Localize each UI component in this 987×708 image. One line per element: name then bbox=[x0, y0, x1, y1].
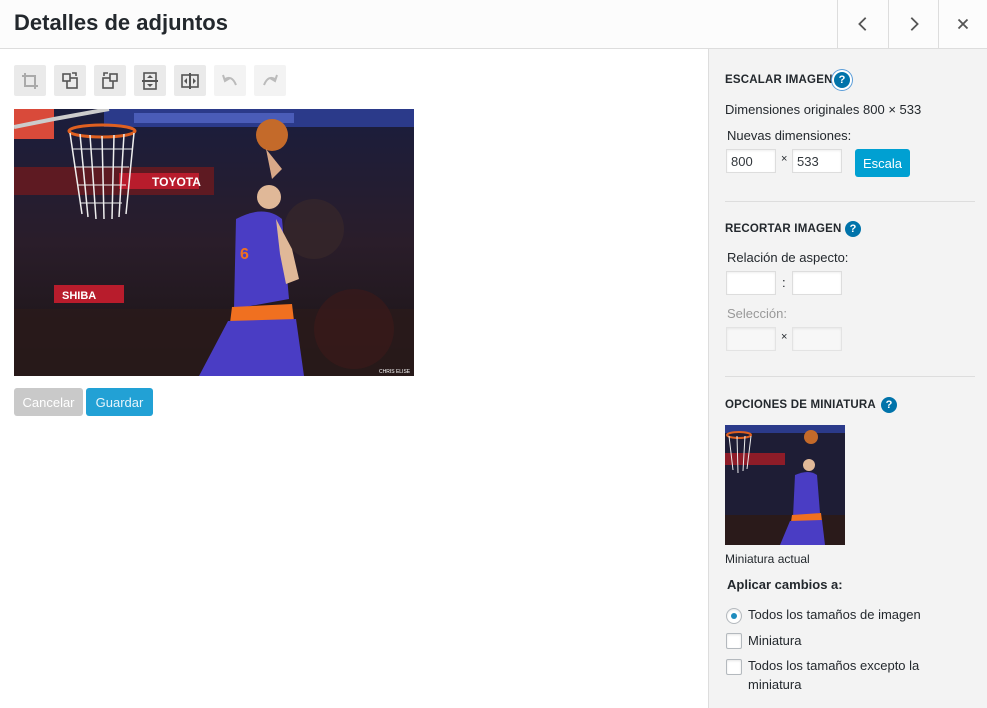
divider bbox=[725, 201, 975, 202]
current-thumbnail bbox=[725, 425, 845, 545]
svg-text:TOYOTA: TOYOTA bbox=[152, 175, 201, 189]
crop-help-icon[interactable]: ? bbox=[845, 221, 861, 237]
divider bbox=[725, 376, 975, 377]
close-button[interactable] bbox=[938, 0, 987, 48]
image-toolbar bbox=[14, 65, 294, 96]
flip-horizontal-icon bbox=[181, 72, 199, 89]
aspect-ratio-height-input[interactable] bbox=[792, 271, 842, 295]
svg-text:6: 6 bbox=[240, 246, 249, 263]
rotate-left-button[interactable] bbox=[54, 65, 86, 96]
undo-button[interactable] bbox=[214, 65, 246, 96]
flip-vertical-icon bbox=[142, 71, 158, 90]
scale-width-input[interactable] bbox=[726, 149, 776, 173]
thumbnail-section-title: Opciones de miniatura bbox=[725, 399, 876, 411]
selection-separator: × bbox=[781, 331, 788, 343]
apply-all-sizes-radio[interactable] bbox=[726, 608, 742, 624]
aspect-ratio-width-input[interactable] bbox=[726, 271, 776, 295]
selection-height-input[interactable] bbox=[792, 327, 842, 351]
apply-all-except-thumbnail-checkbox[interactable] bbox=[726, 659, 742, 675]
basketball-photo: TOYOTA SHIBA 6 CHRIS ELISE bbox=[14, 109, 414, 376]
crop-icon bbox=[22, 72, 38, 89]
save-button[interactable]: Guardar bbox=[86, 388, 153, 416]
scale-section-title: Escalar imagen bbox=[725, 74, 833, 86]
ratio-separator: : bbox=[782, 275, 786, 290]
rotate-left-icon bbox=[62, 71, 78, 89]
chevron-right-icon bbox=[910, 17, 919, 31]
selection-width-input[interactable] bbox=[726, 327, 776, 351]
scale-help-icon[interactable]: ? bbox=[834, 72, 850, 88]
redo-icon bbox=[263, 74, 278, 85]
scale-button[interactable]: Escala bbox=[855, 149, 910, 177]
undo-icon bbox=[222, 74, 237, 85]
apply-changes-label: Aplicar cambios a: bbox=[727, 577, 843, 592]
chevron-left-icon bbox=[857, 17, 866, 31]
cancel-button[interactable]: Cancelar bbox=[14, 388, 83, 416]
svg-text:SHIBA: SHIBA bbox=[62, 290, 96, 302]
next-button[interactable] bbox=[888, 0, 938, 48]
new-dimensions-label: Nuevas dimensiones: bbox=[727, 128, 852, 143]
scale-height-input[interactable] bbox=[792, 149, 842, 173]
crop-section-title: Recortar imagen bbox=[725, 223, 842, 235]
apply-all-except-thumbnail-label[interactable]: Todos los tamaños excepto la miniatura bbox=[748, 656, 948, 694]
apply-all-sizes-label[interactable]: Todos los tamaños de imagen bbox=[748, 605, 921, 624]
original-dimensions: Dimensiones originales 800 × 533 bbox=[725, 102, 922, 117]
apply-thumbnail-label[interactable]: Miniatura bbox=[748, 631, 801, 650]
thumbnail-photo bbox=[725, 425, 845, 545]
close-icon bbox=[957, 18, 969, 30]
crop-button[interactable] bbox=[14, 65, 46, 96]
image-editor: TOYOTA SHIBA 6 CHRIS ELISE Cancelar Guar… bbox=[0, 49, 708, 708]
previous-button[interactable] bbox=[837, 0, 887, 48]
photo-credit: CHRIS ELISE bbox=[379, 369, 411, 375]
selection-label: Selección: bbox=[727, 306, 787, 321]
rotate-right-icon bbox=[102, 71, 118, 89]
rotate-right-button[interactable] bbox=[94, 65, 126, 96]
page-title: Detalles de adjuntos bbox=[14, 10, 228, 35]
aspect-ratio-label: Relación de aspecto: bbox=[727, 250, 849, 265]
flip-horizontal-button[interactable] bbox=[174, 65, 206, 96]
apply-thumbnail-checkbox[interactable] bbox=[726, 633, 742, 649]
image-settings-sidebar: Escalar imagen ? Dimensiones originales … bbox=[708, 49, 987, 708]
edited-image[interactable]: TOYOTA SHIBA 6 CHRIS ELISE bbox=[14, 109, 414, 376]
thumbnail-caption: Miniatura actual bbox=[725, 552, 810, 566]
thumbnail-help-icon[interactable]: ? bbox=[881, 397, 897, 413]
times-sign: × bbox=[781, 153, 788, 165]
flip-vertical-button[interactable] bbox=[134, 65, 166, 96]
modal-header: Detalles de adjuntos bbox=[0, 0, 987, 49]
redo-button[interactable] bbox=[254, 65, 286, 96]
